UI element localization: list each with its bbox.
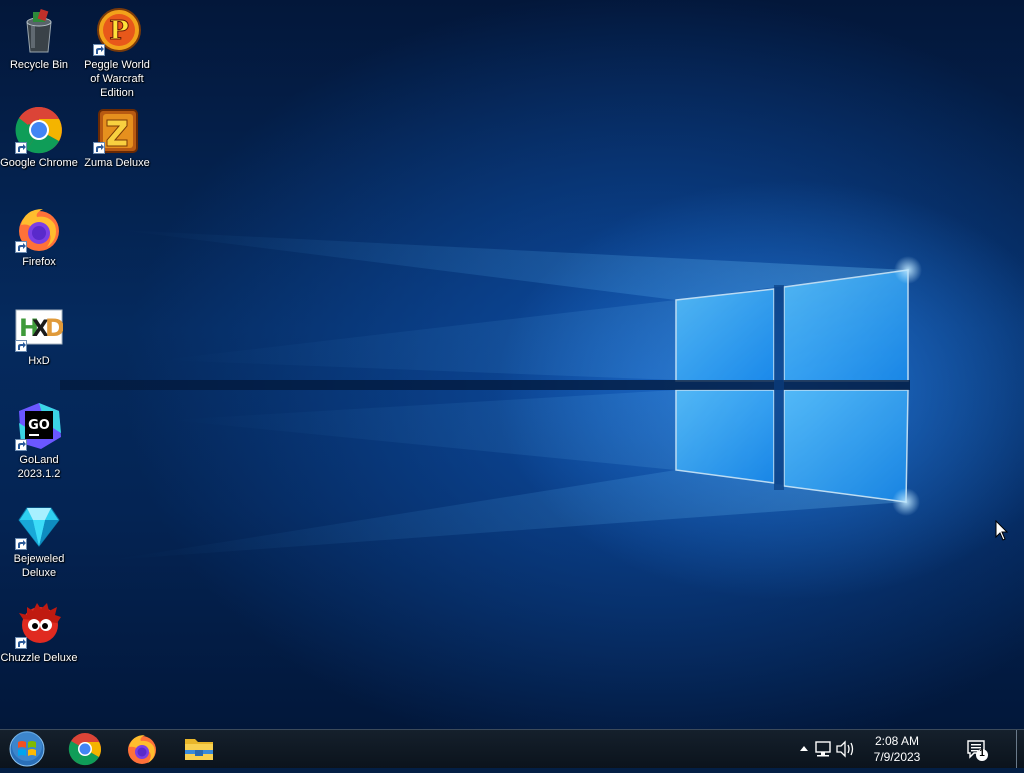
chrome-icon [68,733,101,766]
shortcut-arrow-icon [15,538,27,550]
svg-text:GO: GO [28,418,50,433]
firefox-icon [128,735,156,764]
network-icon [815,741,831,757]
peggle-icon: P [93,8,141,56]
folder-icon [185,739,213,760]
taskbar-firefox-button[interactable] [120,730,164,768]
shortcut-arrow-icon [15,241,27,253]
firefox-icon [15,205,63,253]
clock-date: 7/9/2023 [873,750,921,764]
show-desktop-button[interactable] [1016,730,1024,768]
notification-count-badge: 1 [979,748,985,759]
shortcut-arrow-icon [15,439,27,451]
show-hidden-icons-button[interactable] [796,730,812,768]
shortcut-arrow-icon [93,44,105,56]
desktop-icon-label: HxD [28,355,50,367]
speaker-icon [836,740,854,758]
windows-start-orb-icon [9,731,45,767]
desktop-icon-label: Google Chrome [0,157,78,169]
desktop-icon-recycle-bin[interactable]: Recycle Bin [0,8,78,72]
taskbar: 2:08 AM 7/9/2023 1 [0,729,1024,768]
start-button[interactable] [4,730,50,768]
desktop-icon-label: Peggle World of Warcraft Edition [84,59,150,99]
clock-time: 2:08 AM [874,734,920,748]
desktop-icon-peggle[interactable]: P Peggle World of Warcraft Edition [78,8,156,100]
desktop-icon-chuzzle-deluxe[interactable]: Chuzzle Deluxe [0,601,78,665]
chuzzle-icon [15,601,63,649]
svg-text:P: P [109,16,129,46]
taskbar-file-explorer-button[interactable] [177,730,221,768]
desktop[interactable]: Recycle Bin P Peggle World of Warcraft E… [0,0,1024,729]
zuma-icon [93,106,141,154]
shortcut-arrow-icon [15,142,27,154]
shortcut-arrow-icon [15,637,27,649]
desktop-icon-zuma-deluxe[interactable]: Zuma Deluxe [78,106,156,170]
desktop-icon-goland[interactable]: GO GoLand 2023.1.2 [0,403,78,481]
desktop-icon-label: Zuma Deluxe [84,157,150,169]
desktop-icon-label: GoLand 2023.1.2 [17,454,61,480]
desktop-icon-label: Firefox [22,256,56,268]
shortcut-arrow-icon [15,340,27,352]
mouse-cursor-icon [995,520,1009,541]
volume-button[interactable] [834,730,856,768]
desktop-icon-bejeweled-deluxe[interactable]: Bejeweled Deluxe [0,502,78,580]
recycle-bin-icon [15,8,63,56]
system-tray: 2:08 AM 7/9/2023 1 [794,730,1024,768]
desktop-icon-label: Chuzzle Deluxe [0,652,78,664]
desktop-icon-hxd[interactable]: H X D HxD [0,304,78,368]
desktop-icon-firefox[interactable]: Firefox [0,205,78,269]
taskbar-chrome-button[interactable] [63,730,107,768]
action-center-icon [967,740,988,761]
goland-icon: GO [15,403,63,451]
bejeweled-icon [15,502,63,550]
shortcut-arrow-icon [93,142,105,154]
chevron-up-icon [800,746,808,751]
hxd-icon: H X D [15,304,65,352]
desktop-icon-label: Bejeweled Deluxe [13,553,65,579]
svg-text:D: D [45,314,63,342]
action-center-button[interactable]: 1 [962,730,992,768]
network-button[interactable] [812,730,834,768]
desktop-icon-google-chrome[interactable]: Google Chrome [0,106,78,170]
clock[interactable]: 2:08 AM 7/9/2023 [856,733,938,765]
chrome-icon [15,106,63,154]
desktop-icon-label: Recycle Bin [9,59,69,71]
